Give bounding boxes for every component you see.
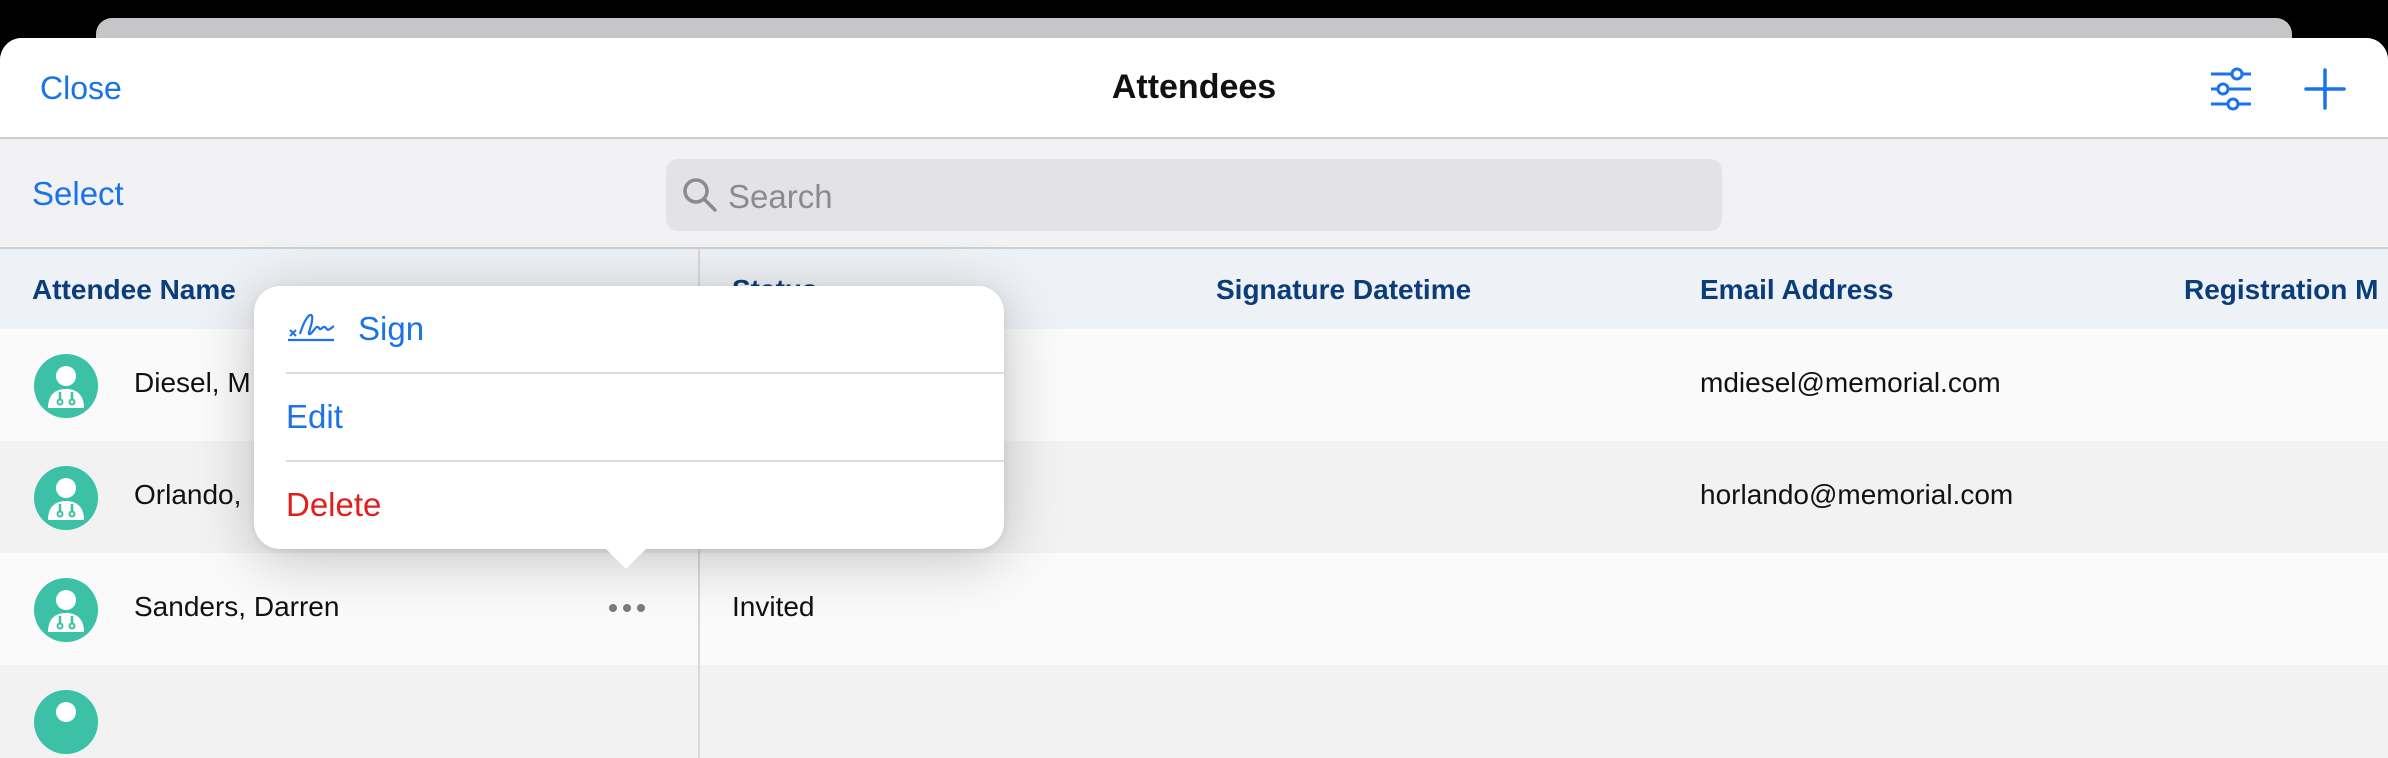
table-row[interactable] [0, 665, 2388, 758]
avatar-doctor-icon [34, 690, 98, 754]
menu-item-delete[interactable]: Delete [254, 462, 1004, 548]
avatar-doctor-icon [34, 578, 98, 642]
add-icon[interactable] [2300, 64, 2350, 114]
nav-bar: Close Attendees [0, 38, 2388, 138]
attendee-email: horlando@memorial.com [1700, 479, 2014, 510]
column-header-email-address[interactable]: Email Address [1700, 274, 1893, 306]
filter-icon[interactable] [2208, 66, 2254, 112]
row-actions-menu: Sign Edit Delete [254, 286, 1004, 549]
menu-pointer [604, 547, 648, 569]
attendee-name: Diesel, M [134, 367, 251, 398]
attendee-email: mdiesel@memorial.com [1700, 367, 2001, 398]
select-button[interactable]: Select [32, 175, 124, 213]
menu-item-sign-label: Sign [358, 310, 425, 347]
table-row[interactable]: Sanders, Darren Invited [0, 553, 2388, 665]
attendee-name: Orlando, [134, 479, 242, 510]
menu-item-delete-label: Delete [286, 486, 382, 523]
column-header-signature-datetime[interactable]: Signature Datetime [1216, 274, 1471, 306]
menu-item-edit[interactable]: Edit [254, 374, 1004, 460]
more-options-icon[interactable] [606, 593, 648, 623]
avatar-doctor-icon [34, 466, 98, 530]
search-placeholder: Search [728, 178, 833, 215]
page-title: Attendees [1111, 68, 1277, 106]
search-icon [683, 178, 717, 212]
signature-icon [288, 313, 335, 342]
avatar-doctor-icon [34, 354, 98, 418]
toolbar: Select Search [0, 139, 2388, 247]
attendee-name: Sanders, Darren [134, 591, 340, 622]
attendee-status: Invited [732, 591, 815, 622]
menu-item-sign[interactable]: Sign [254, 286, 1004, 372]
menu-item-edit-label: Edit [286, 398, 343, 435]
column-header-attendee-name[interactable]: Attendee Name [32, 274, 236, 306]
search-input[interactable]: Search [666, 159, 1722, 231]
column-header-registration[interactable]: Registration M [2184, 274, 2378, 306]
